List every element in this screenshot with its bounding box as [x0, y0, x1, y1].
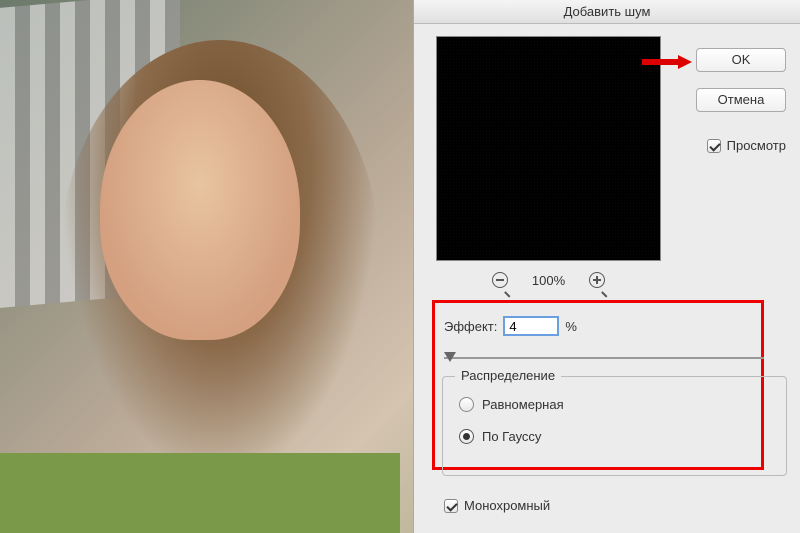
monochrome-checkbox-label: Монохромный — [464, 498, 550, 513]
zoom-level-label: 100% — [532, 273, 565, 288]
uniform-radio[interactable] — [459, 397, 474, 412]
uniform-radio-label: Равномерная — [482, 397, 564, 412]
gaussian-radio[interactable] — [459, 429, 474, 444]
slider-thumb[interactable] — [444, 352, 456, 362]
zoom-out-icon[interactable] — [492, 272, 508, 288]
preview-checkbox[interactable] — [707, 139, 721, 153]
effect-slider[interactable] — [444, 350, 764, 366]
preview-thumbnail[interactable] — [436, 36, 661, 261]
zoom-in-icon[interactable] — [589, 272, 605, 288]
add-noise-dialog: Добавить шум 100% OK Отмена Просмотр Эфф… — [413, 0, 800, 533]
annotation-arrow — [642, 55, 692, 69]
preview-checkbox-label: Просмотр — [727, 138, 786, 153]
cancel-button[interactable]: Отмена — [696, 88, 786, 112]
effect-unit: % — [565, 319, 577, 334]
distribution-fieldset: Распределение Равномерная По Гауссу — [442, 376, 787, 476]
uniform-radio-row[interactable]: Равномерная — [459, 397, 564, 412]
monochrome-checkbox[interactable] — [444, 499, 458, 513]
gaussian-radio-row[interactable]: По Гауссу — [459, 429, 541, 444]
effect-label: Эффект: — [444, 319, 497, 334]
effect-amount-input[interactable] — [503, 316, 559, 336]
distribution-legend: Распределение — [455, 368, 561, 383]
gaussian-radio-label: По Гауссу — [482, 429, 541, 444]
monochrome-checkbox-row[interactable]: Монохромный — [444, 498, 550, 513]
dialog-title: Добавить шум — [414, 0, 800, 24]
preview-checkbox-row[interactable]: Просмотр — [707, 138, 786, 153]
ok-button[interactable]: OK — [696, 48, 786, 72]
